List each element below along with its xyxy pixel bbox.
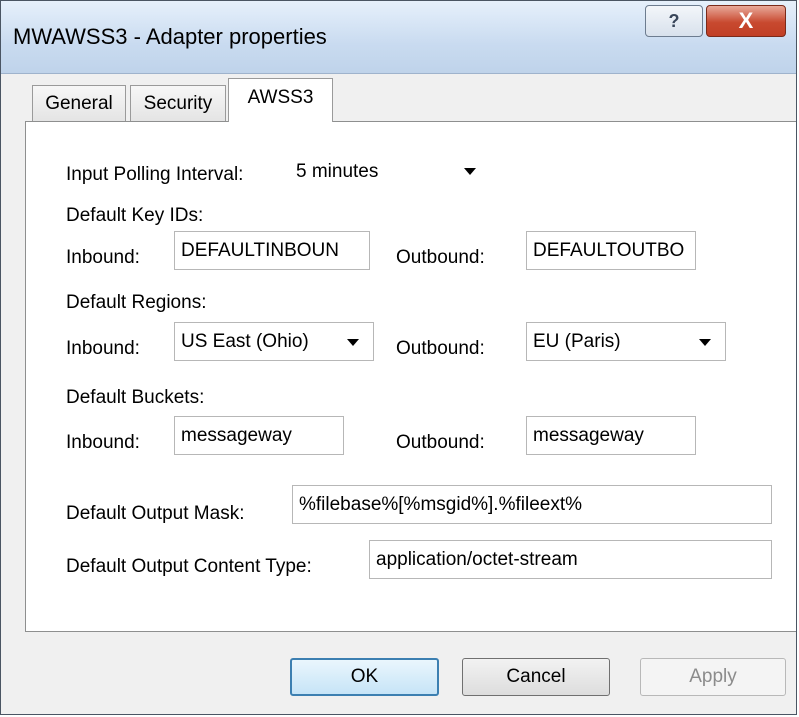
output-mask-label: Default Output Mask:	[66, 503, 245, 524]
key-inbound-value: DEFAULTINBOUN	[181, 239, 340, 261]
ok-button[interactable]: OK	[290, 658, 439, 696]
title-bar[interactable]: MWAWSS3 - Adapter properties ? X	[1, 1, 796, 74]
buckets-heading: Default Buckets:	[66, 387, 205, 408]
region-outbound-value: EU (Paris)	[533, 330, 621, 352]
region-inbound-value: US East (Ohio)	[181, 330, 309, 352]
key-outbound-input[interactable]: DEFAULTOUTBO	[526, 231, 696, 270]
output-mask-input[interactable]: %filebase%[%msgid%].%fileext%	[292, 485, 772, 524]
key-ids-heading: Default Key IDs:	[66, 205, 204, 226]
chevron-down-icon	[699, 339, 711, 346]
cancel-button[interactable]: Cancel	[462, 658, 610, 696]
output-mask-value: %filebase%[%msgid%].%fileext%	[299, 493, 583, 515]
region-outbound-select[interactable]: EU (Paris)	[526, 322, 726, 361]
bucket-inbound-label: Inbound:	[66, 432, 140, 453]
bucket-inbound-input[interactable]: messageway	[174, 416, 344, 455]
chevron-down-icon	[347, 339, 359, 346]
region-inbound-select[interactable]: US East (Ohio)	[174, 322, 374, 361]
adapter-properties-dialog: MWAWSS3 - Adapter properties ? X General…	[0, 0, 797, 715]
bucket-inbound-value: messageway	[181, 424, 292, 446]
key-outbound-value: DEFAULTOUTBO	[533, 239, 685, 261]
apply-button[interactable]: Apply	[640, 658, 786, 696]
content-type-value: application/octet-stream	[376, 548, 578, 570]
tab-security[interactable]: Security	[130, 85, 226, 121]
polling-interval-value: 5 minutes	[296, 160, 379, 182]
question-mark-icon: ?	[668, 10, 680, 31]
tab-general[interactable]: General	[32, 85, 126, 121]
key-outbound-label: Outbound:	[396, 247, 485, 268]
close-icon: X	[738, 8, 754, 33]
bucket-outbound-value: messageway	[533, 424, 644, 446]
tab-awss3[interactable]: AWSS3	[228, 78, 333, 122]
content-type-label: Default Output Content Type:	[66, 556, 312, 577]
key-inbound-input[interactable]: DEFAULTINBOUN	[174, 231, 370, 270]
region-outbound-label: Outbound:	[396, 338, 485, 359]
tab-strip: General Security AWSS3	[1, 73, 796, 122]
chevron-down-icon	[464, 168, 476, 175]
bucket-outbound-input[interactable]: messageway	[526, 416, 696, 455]
content-type-input[interactable]: application/octet-stream	[369, 540, 772, 579]
polling-interval-select[interactable]: 5 minutes	[290, 152, 490, 191]
bucket-outbound-label: Outbound:	[396, 432, 485, 453]
help-button[interactable]: ?	[645, 5, 703, 37]
window-title: MWAWSS3 - Adapter properties	[13, 24, 327, 49]
awss3-tab-panel: Input Polling Interval: 5 minutes Defaul…	[25, 121, 796, 632]
key-inbound-label: Inbound:	[66, 247, 140, 268]
region-inbound-label: Inbound:	[66, 338, 140, 359]
regions-heading: Default Regions:	[66, 292, 207, 313]
close-button[interactable]: X	[706, 5, 786, 37]
polling-interval-label: Input Polling Interval:	[66, 164, 244, 185]
